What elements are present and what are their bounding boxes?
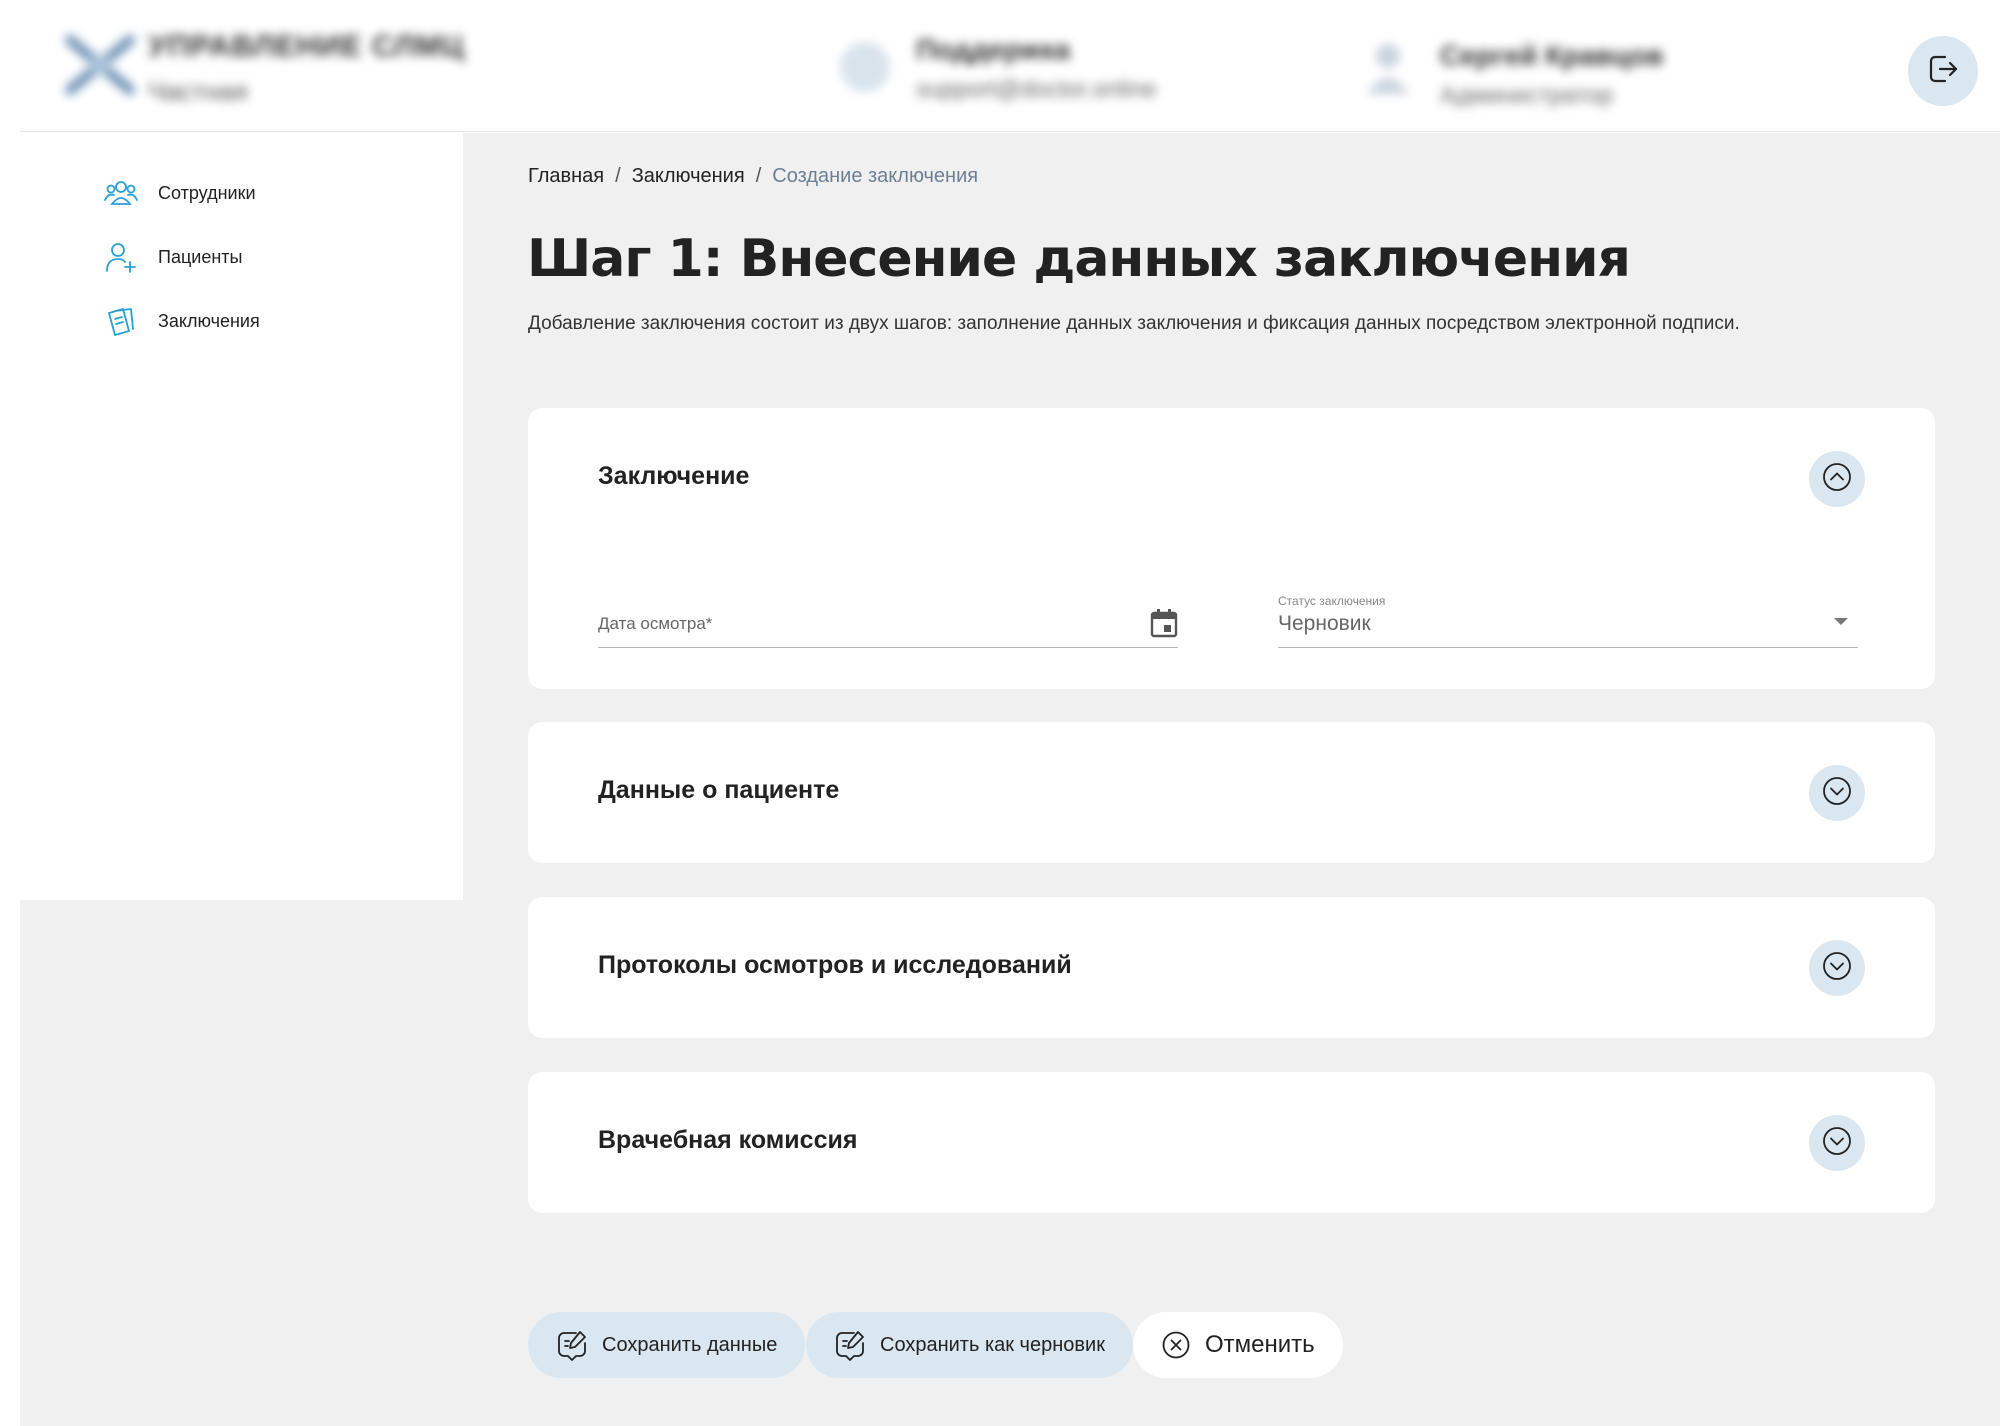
section-title: Протоколы осмотров и исследований bbox=[598, 951, 1072, 979]
user-avatar-icon bbox=[1365, 40, 1411, 96]
status-label: Статус заключения bbox=[1278, 594, 1386, 608]
breadcrumb-home[interactable]: Главная bbox=[528, 165, 604, 188]
support-title: Поддержка bbox=[916, 34, 1071, 65]
org-logo-icon bbox=[60, 30, 140, 100]
org-name: УПРАВЛЕНИЕ СЛМЦ bbox=[148, 30, 465, 63]
expand-section-button[interactable] bbox=[1809, 1115, 1865, 1171]
org-subtitle: Частная bbox=[148, 76, 248, 106]
sidebar-item-label: Сотрудники bbox=[158, 182, 256, 203]
section-medical-commission: Врачебная комиссия bbox=[528, 1072, 1935, 1213]
support-icon bbox=[840, 42, 890, 92]
section-title: Врачебная комиссия bbox=[598, 1126, 858, 1154]
exam-date-placeholder: Дата осмотра* bbox=[598, 614, 713, 633]
sidebar: Сотрудники Пациенты Заключения bbox=[20, 133, 463, 900]
user-name: Сергей Кравцов bbox=[1440, 40, 1664, 71]
main-content: Главная / Заключения / Создание заключен… bbox=[463, 133, 2000, 1426]
chevron-down-icon bbox=[1821, 1125, 1853, 1162]
page-title: Шаг 1: Внесение данных заключения bbox=[527, 229, 1631, 289]
breadcrumb-current: Создание заключения bbox=[772, 165, 979, 187]
user-info[interactable]: Сергей Кравцов Администратор bbox=[1440, 40, 1664, 110]
save-edit-icon bbox=[834, 1329, 866, 1361]
status-value: Черновик bbox=[1278, 612, 1371, 635]
sidebar-item-employees[interactable]: Сотрудники bbox=[104, 173, 256, 213]
calendar-icon[interactable] bbox=[1150, 608, 1178, 643]
save-edit-icon bbox=[556, 1329, 588, 1361]
exam-date-field[interactable]: Дата осмотра* bbox=[598, 588, 1178, 648]
collapse-section-button[interactable] bbox=[1809, 451, 1865, 507]
chevron-up-icon bbox=[1821, 461, 1853, 498]
sidebar-item-patients[interactable]: Пациенты bbox=[104, 237, 242, 277]
expand-section-button[interactable] bbox=[1809, 940, 1865, 996]
cancel-button[interactable]: Отменить bbox=[1133, 1312, 1343, 1378]
users-icon bbox=[104, 176, 138, 210]
logout-icon bbox=[1925, 51, 1961, 92]
expand-section-button[interactable] bbox=[1809, 765, 1865, 821]
org-info: УПРАВЛЕНИЕ СЛМЦ Частная bbox=[148, 30, 465, 107]
documents-icon bbox=[104, 304, 138, 338]
close-circle-icon bbox=[1161, 1330, 1191, 1360]
save-button-label: Сохранить данные bbox=[602, 1333, 778, 1356]
chevron-down-icon bbox=[1821, 950, 1853, 987]
status-select[interactable]: Статус заключения Черновик bbox=[1278, 588, 1858, 648]
support-email[interactable]: support@doctor.online bbox=[916, 76, 1157, 104]
sidebar-item-label: Пациенты bbox=[158, 246, 243, 267]
section-title: Заключение bbox=[598, 462, 750, 490]
breadcrumb: Главная / Заключения / Создание заключен… bbox=[528, 165, 978, 188]
save-draft-button[interactable]: Сохранить как черновик bbox=[806, 1312, 1133, 1378]
breadcrumb-conclusions[interactable]: Заключения bbox=[632, 165, 745, 188]
sidebar-item-label: Заключения bbox=[158, 310, 260, 331]
section-patient-data: Данные о пациенте bbox=[528, 722, 1935, 863]
section-protocols: Протоколы осмотров и исследований bbox=[528, 897, 1935, 1038]
breadcrumb-separator: / bbox=[755, 165, 762, 187]
user-plus-icon bbox=[104, 240, 138, 274]
cancel-button-label: Отменить bbox=[1205, 1331, 1315, 1358]
dropdown-arrow-icon[interactable] bbox=[1834, 618, 1848, 625]
app-header: УПРАВЛЕНИЕ СЛМЦ Частная Поддержка suppor… bbox=[20, 0, 2000, 132]
sidebar-item-conclusions[interactable]: Заключения bbox=[104, 301, 260, 341]
chevron-down-icon bbox=[1821, 775, 1853, 812]
breadcrumb-separator: / bbox=[615, 165, 621, 187]
save-draft-button-label: Сохранить как черновик bbox=[880, 1333, 1105, 1356]
support-info[interactable]: Поддержка support@doctor.online bbox=[916, 34, 1157, 104]
page-subtitle: Добавление заключения состоит из двух ша… bbox=[528, 313, 1740, 334]
logout-button[interactable] bbox=[1908, 36, 1978, 106]
section-title: Данные о пациенте bbox=[598, 776, 840, 804]
user-role: Администратор bbox=[1440, 82, 1614, 109]
save-button[interactable]: Сохранить данные bbox=[528, 1312, 806, 1378]
section-conclusion: Заключение Дата осмотра* Статус заключен… bbox=[528, 408, 1935, 689]
sidebar-spacer bbox=[20, 900, 463, 1426]
